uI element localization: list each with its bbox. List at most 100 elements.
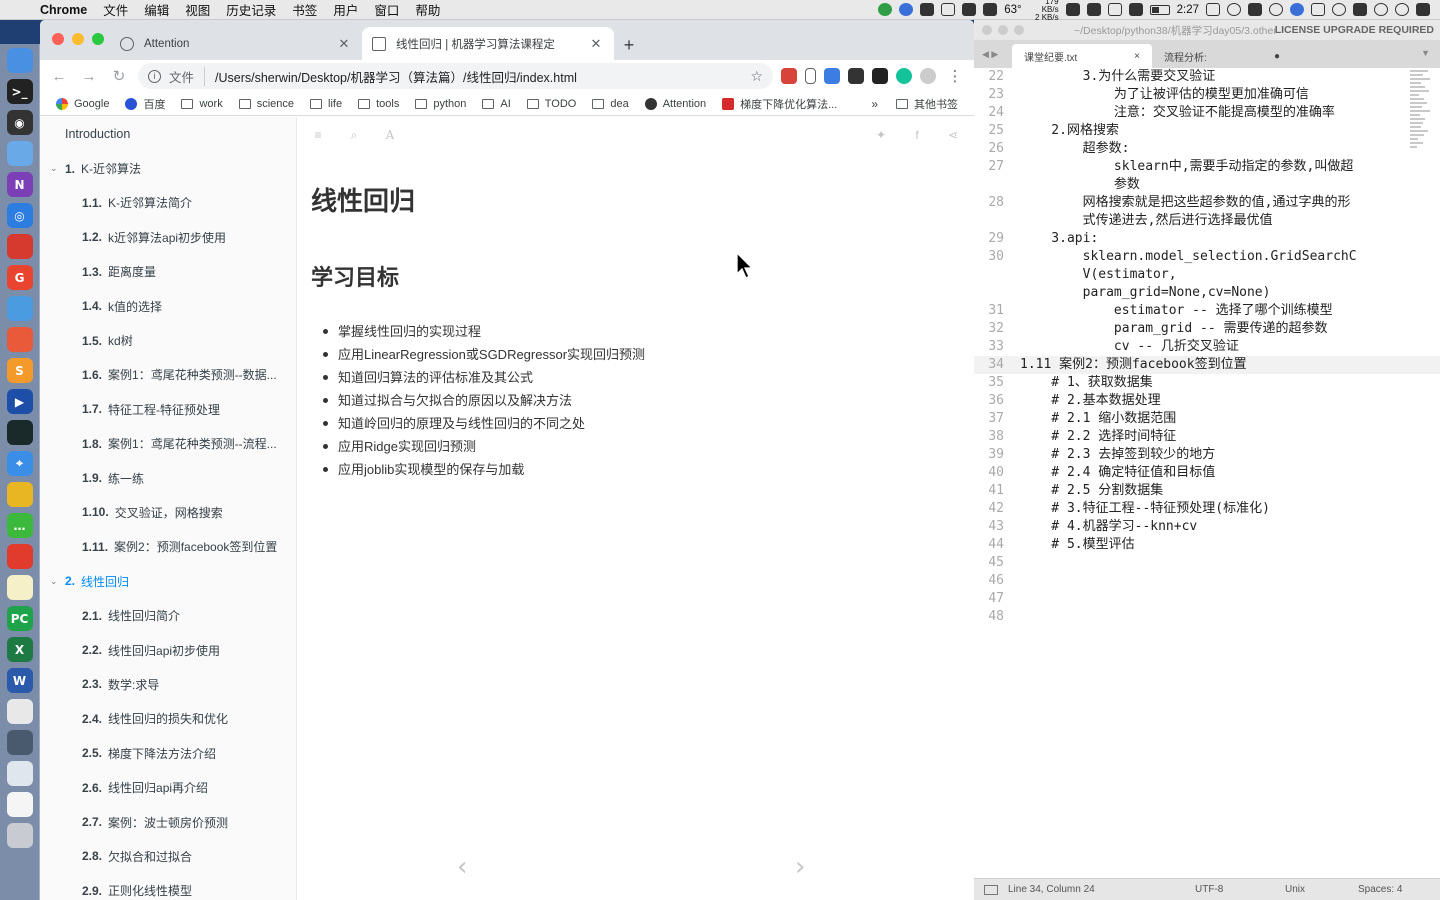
wechat-icon[interactable]: … [6,513,33,538]
battery-icon[interactable] [1149,4,1170,15]
minimap[interactable] [1410,70,1432,160]
summary-item[interactable]: 1.5. kd树 [40,323,296,357]
quicktime-icon[interactable]: ▶ [6,389,33,414]
notes-icon[interactable] [6,575,33,600]
code-line[interactable]: 参数 [974,176,1440,194]
summary-introduction[interactable]: Introduction [40,117,296,151]
tab-attention[interactable]: Attention ✕ [110,27,362,60]
bookmark-gradient[interactable]: 梯度下降优化算法... [716,96,843,112]
bookmark-work[interactable]: work [175,98,228,110]
phone-icon[interactable] [1065,3,1080,16]
code-line[interactable]: 式传递进去,然后进行选择最优值 [974,212,1440,230]
code-line[interactable]: 33 cv -- 几折交叉验证 [974,338,1440,356]
bookmark-baidu[interactable]: 百度 [119,96,171,112]
menu-people[interactable]: 用户 [325,0,366,19]
code-line[interactable]: 27 sklearn中,需要手动指定的参数,叫做超 [974,158,1440,176]
summary-item[interactable]: 2.3. 数学:求导 [40,667,296,701]
code-line[interactable]: 32 param_grid -- 需要传递的超参数 [974,320,1440,338]
code-line[interactable]: 44 # 5.模型评估 [974,536,1440,554]
new-tab-button[interactable]: + [614,30,644,60]
bookmark-attention[interactable]: Attention [639,97,712,110]
zoom-window-button[interactable] [92,33,104,45]
window-icon[interactable] [6,761,33,786]
display-icon[interactable] [1128,3,1143,16]
screen-icon[interactable] [6,730,33,755]
code-line[interactable]: 28 网格搜索就是把这些超参数的值,通过字典的形 [974,194,1440,212]
back-icon[interactable]: ← [48,68,70,85]
next-page-arrow[interactable]: › [795,852,805,882]
code-line[interactable]: 37 # 2.1 缩小数据范围 [974,410,1440,428]
code-line[interactable]: 43 # 4.机器学习--knn+cv [974,518,1440,536]
summary-item[interactable]: 1.8. 案例1：鸢尾花种类预测--流程... [40,427,296,461]
bookmark-life[interactable]: life [304,98,348,110]
code-editor[interactable]: 22 3.为什么需要交叉验证 23 为了让被评估的模型更加准确可信 24 注意：交叉… [974,68,1440,878]
document-icon[interactable] [6,699,33,724]
chrome-menu-icon[interactable]: ⋮ [944,67,966,85]
s-icon[interactable] [1353,3,1367,16]
grammarly-icon[interactable]: G [6,265,33,290]
chrome-icon[interactable] [6,482,33,507]
zoom-window-button[interactable] [1014,25,1024,35]
bookmark-other[interactable]: 其他书签 [890,96,964,112]
close-tab-icon[interactable]: ✕ [336,36,352,52]
code-line[interactable]: 26 超参数: [974,140,1440,158]
preview-icon[interactable] [6,141,33,166]
tampermonkey-extension-icon[interactable] [872,68,888,84]
globe-icon[interactable] [1332,3,1346,16]
search-icon[interactable] [1269,3,1283,16]
code-line[interactable]: 45 [974,554,1440,572]
terminal-icon[interactable]: >_ [6,79,33,104]
menu-edit[interactable]: 编辑 [136,0,177,19]
code-line[interactable]: 47 [974,590,1440,608]
code-line[interactable]: 29 3.api: [974,230,1440,248]
alfred-icon[interactable]: ◎ [6,203,33,228]
line-endings[interactable]: Unix [1285,884,1358,895]
indentation[interactable]: Spaces: 4 [1358,884,1402,895]
bookmark-star-icon[interactable]: ☆ [750,68,763,85]
close-tab-icon[interactable]: × [1134,51,1140,62]
sublime-tab-notes[interactable]: 课堂纪要.txt × [1012,44,1152,68]
twitter-icon[interactable]: ✦ [874,129,888,141]
summary-item[interactable]: 1.11. 案例2：预测facebook签到位置 [40,530,296,564]
keyboard-icon[interactable] [1248,3,1262,16]
code-line[interactable]: 48 [974,608,1440,626]
code-line[interactable]: 30 sklearn.model_selection.GridSearchC [974,248,1440,266]
code-line[interactable]: 24 注意：交叉验证不能提高模型的准确率 [974,104,1440,122]
summary-item[interactable]: 2.5. 梯度下降法方法介绍 [40,736,296,770]
notification-center-icon[interactable] [1416,3,1430,16]
code-icon[interactable] [1311,3,1325,16]
tab-list-dropdown-icon[interactable]: ▼ [1421,48,1430,58]
menu-history[interactable]: 历史记录 [218,0,284,19]
grammarly-extension-icon[interactable] [896,68,912,84]
code-line[interactable]: 40 # 2.4 确定特征值和目标值 [974,464,1440,482]
menu-window[interactable]: 窗口 [366,0,407,19]
bookmark-tools[interactable]: tools [352,98,405,110]
share-icon[interactable]: ⋖ [946,129,960,141]
panel-toggle-icon[interactable] [984,884,998,895]
weibo-icon[interactable] [6,544,33,569]
translate-extension-icon[interactable] [781,68,797,84]
chevron-down-icon[interactable]: ⌄ [50,163,65,174]
summary-item[interactable]: 2.9. 正则化线性模型 [40,874,296,900]
x-extension-icon[interactable] [848,68,864,84]
minimize-window-button[interactable] [998,25,1008,35]
minimize-window-button[interactable] [72,33,84,45]
input-method-icon[interactable] [962,3,977,16]
summary-item[interactable]: 1.7. 特征工程-特征预处理 [40,392,296,426]
summary-item[interactable]: 1.10. 交叉验证，网格搜索 [40,495,296,529]
menu-app-name[interactable]: Chrome [36,3,95,17]
onenote-icon[interactable]: N [6,172,33,197]
code-line[interactable]: V(estimator, [974,266,1440,284]
bookmark-google[interactable]: Google [50,97,115,110]
bookmark-python[interactable]: python [409,98,472,110]
grid-icon[interactable] [1086,3,1101,16]
summary-item[interactable]: 2.4. 线性回归的损失和优化 [40,702,296,736]
tab-linear-regression[interactable]: 线性回归 | 机器学习算法课程定 ✕ [362,27,614,60]
file-icon[interactable] [6,792,33,817]
summary-item[interactable]: 2.1. 线性回归简介 [40,598,296,632]
summary-item[interactable]: 2.7. 案例：波士顿房价预测 [40,805,296,839]
jh-extension-icon[interactable] [824,68,840,84]
finder-icon[interactable] [6,48,33,73]
code-line[interactable]: 34 1.11 案例2：预测facebook签到位置 [974,356,1440,374]
safari-icon[interactable]: ⌖ [6,451,33,476]
